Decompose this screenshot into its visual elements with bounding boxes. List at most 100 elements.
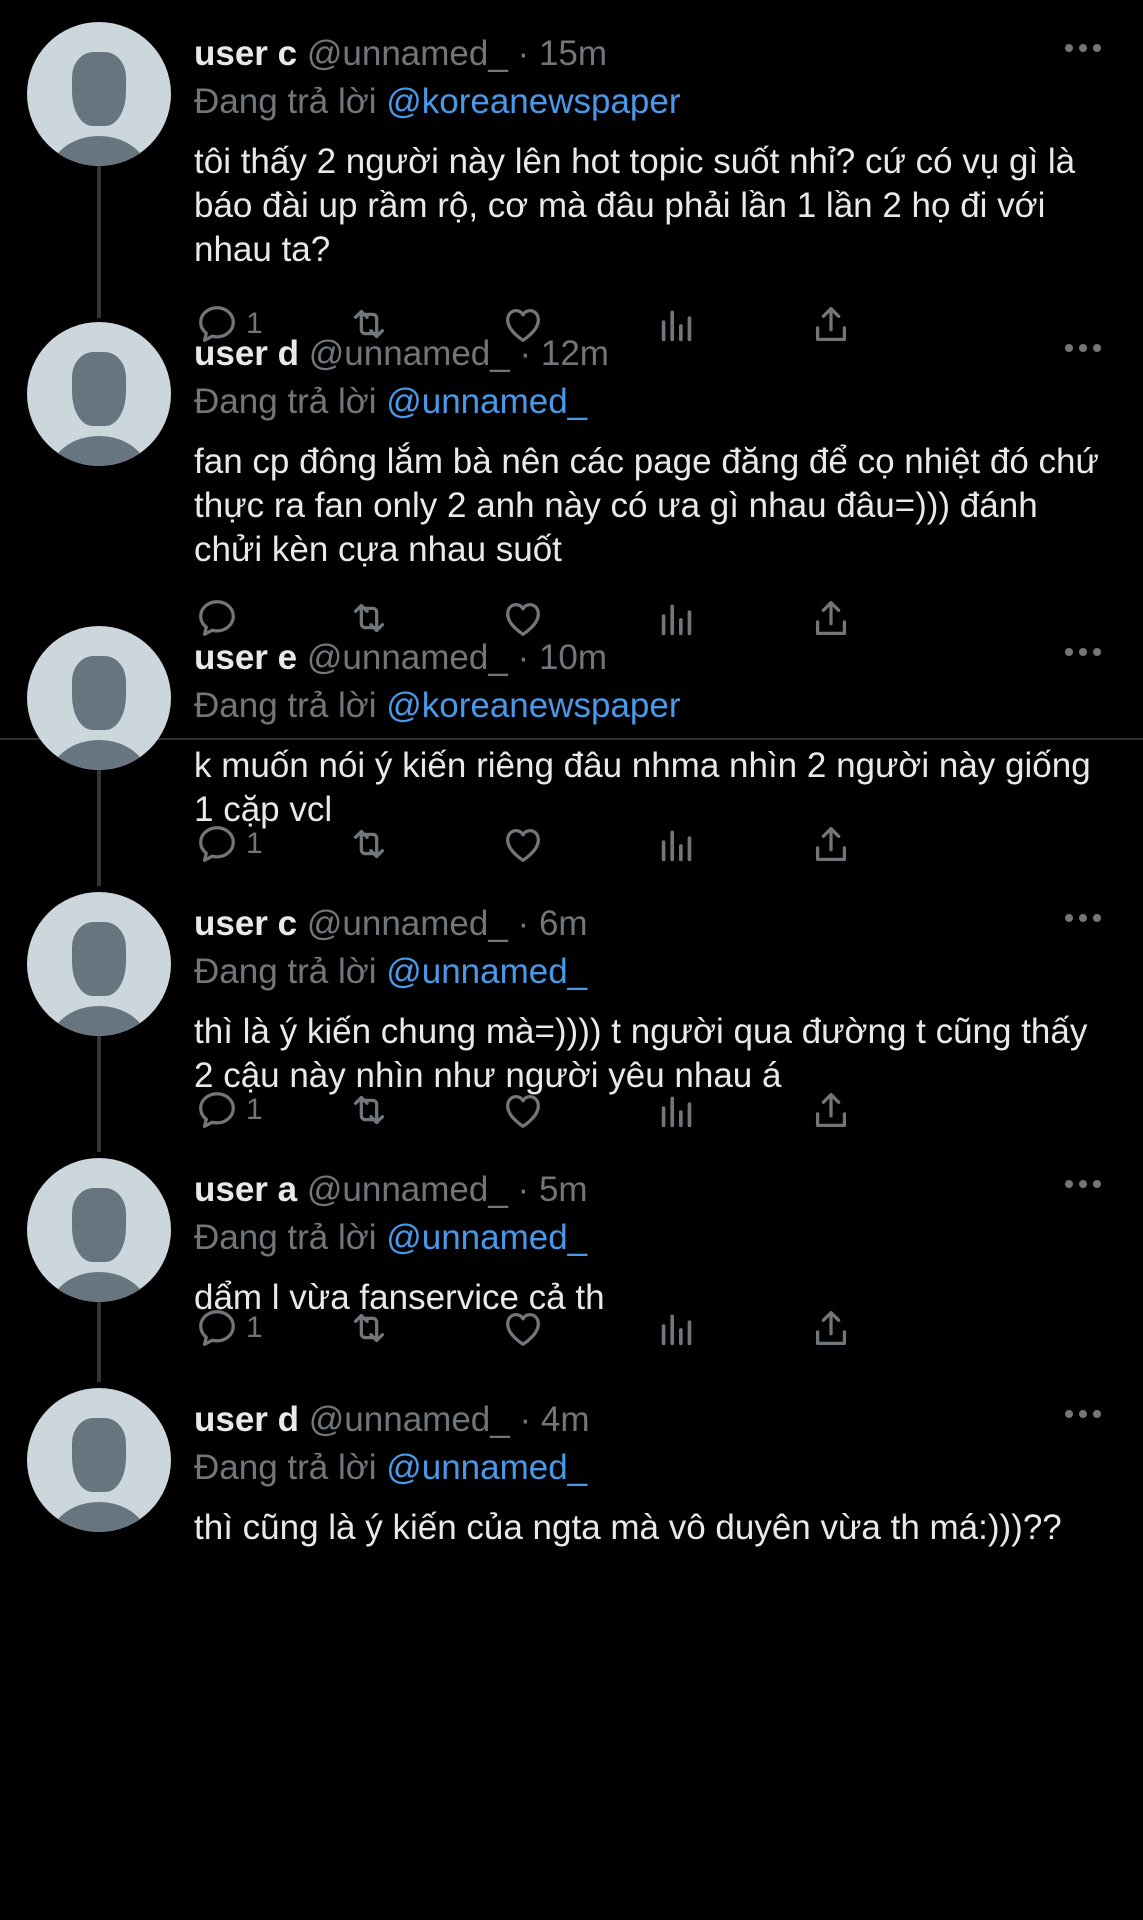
timestamp[interactable]: 5m	[539, 1170, 588, 1209]
analytics-button[interactable]	[654, 1084, 700, 1136]
user-handle[interactable]: @unnamed_	[309, 334, 510, 373]
avatar[interactable]	[27, 322, 171, 466]
reply-icon	[199, 600, 235, 636]
tweet-text: tôi thấy 2 người này lên hot topic suốt …	[194, 142, 1076, 269]
tweet-header: user c @unnamed_ · 15m	[194, 32, 607, 76]
more-icon[interactable]	[1065, 648, 1101, 656]
retweet-button[interactable]	[346, 1084, 392, 1136]
timestamp[interactable]: 12m	[541, 334, 609, 373]
analytics-button[interactable]	[654, 592, 700, 644]
mention-link[interactable]: @koreanewspaper	[386, 82, 680, 121]
mention-link[interactable]: @unnamed_	[386, 952, 587, 991]
display-name[interactable]: user d	[194, 334, 299, 373]
avatar[interactable]	[27, 22, 171, 166]
like-button[interactable]	[500, 1084, 546, 1136]
tweet-text: fan cp đông lắm bà nên các page đăng để …	[194, 442, 1099, 569]
user-handle[interactable]: @unnamed_	[309, 1400, 510, 1439]
retweet-button[interactable]	[346, 1302, 392, 1354]
display-name[interactable]: user c	[194, 904, 297, 943]
tweet-header: user e @unnamed_ · 10m	[194, 636, 607, 680]
mention-link[interactable]: @unnamed_	[386, 1448, 587, 1487]
separator-dot: ·	[519, 1400, 532, 1439]
replying-to: Đang trả lời @unnamed_	[194, 950, 587, 994]
share-button[interactable]	[808, 298, 854, 350]
share-icon	[815, 601, 847, 635]
share-button[interactable]	[808, 818, 854, 870]
avatar[interactable]	[27, 892, 171, 1036]
conversation-divider	[0, 738, 1143, 740]
tweet-text: thì cũng là ý kiến của ngta mà vô duyên …	[194, 1508, 1062, 1547]
mention-link[interactable]: @unnamed_	[386, 1218, 587, 1257]
display-name[interactable]: user e	[194, 638, 297, 677]
like-icon	[506, 1312, 540, 1346]
more-icon[interactable]	[1065, 1180, 1101, 1188]
action-bar: 1	[194, 1302, 1014, 1354]
analytics-button[interactable]	[654, 818, 700, 870]
timestamp[interactable]: 10m	[539, 638, 607, 677]
reply-icon	[199, 1092, 235, 1128]
display-name[interactable]: user c	[194, 34, 297, 73]
mention-link[interactable]: @unnamed_	[386, 382, 587, 421]
share-button[interactable]	[808, 1084, 854, 1136]
retweet-icon	[353, 1095, 385, 1125]
analytics-icon	[661, 830, 692, 862]
analytics-button[interactable]	[654, 298, 700, 350]
reply-button[interactable]: 1	[194, 1084, 263, 1136]
analytics-icon	[661, 1314, 692, 1346]
share-button[interactable]	[808, 1302, 854, 1354]
analytics-icon	[661, 310, 692, 342]
user-handle[interactable]: @unnamed_	[307, 1170, 508, 1209]
mention-link[interactable]: @koreanewspaper	[386, 686, 680, 725]
analytics-icon	[661, 1096, 692, 1128]
like-button[interactable]	[500, 818, 546, 870]
more-icon[interactable]	[1065, 914, 1101, 922]
retweet-button[interactable]	[346, 818, 392, 870]
display-name[interactable]: user a	[194, 1170, 297, 1209]
display-name[interactable]: user d	[194, 1400, 299, 1439]
replying-to: Đang trả lời @unnamed_	[194, 380, 587, 424]
reply-count: 1	[246, 827, 263, 860]
like-icon	[506, 1094, 540, 1128]
share-button[interactable]	[808, 592, 854, 644]
reply-count: 1	[246, 1311, 263, 1344]
more-icon[interactable]	[1065, 344, 1101, 352]
share-icon	[815, 1311, 847, 1345]
replying-label: Đang trả lời	[194, 1218, 377, 1257]
reply-button[interactable]: 1	[194, 1302, 263, 1354]
avatar[interactable]	[27, 626, 171, 770]
tweet-header: user c @unnamed_ · 6m	[194, 902, 588, 946]
separator-dot: ·	[517, 34, 530, 73]
user-handle[interactable]: @unnamed_	[307, 34, 508, 73]
replying-label: Đang trả lời	[194, 82, 377, 121]
share-icon	[815, 1093, 847, 1127]
separator-dot: ·	[517, 1170, 530, 1209]
like-icon	[506, 828, 540, 862]
analytics-button[interactable]	[654, 1302, 700, 1354]
replying-label: Đang trả lời	[194, 952, 377, 991]
timestamp[interactable]: 4m	[541, 1400, 590, 1439]
analytics-icon	[661, 604, 692, 636]
share-icon	[815, 827, 847, 861]
share-icon	[815, 307, 847, 341]
replying-label: Đang trả lời	[194, 1448, 377, 1487]
retweet-icon	[353, 603, 385, 633]
tweet-header: user d @unnamed_ · 4m	[194, 1398, 589, 1442]
reply-button[interactable]: 1	[194, 818, 263, 870]
replying-to: Đang trả lời @koreanewspaper	[194, 684, 681, 728]
timestamp[interactable]: 15m	[539, 34, 607, 73]
avatar[interactable]	[27, 1388, 171, 1532]
retweet-icon	[353, 1313, 385, 1343]
timestamp[interactable]: 6m	[539, 904, 588, 943]
reply-icon	[199, 1310, 235, 1346]
avatar[interactable]	[27, 1158, 171, 1302]
tweet-header: user a @unnamed_ · 5m	[194, 1168, 588, 1212]
action-bar: 1	[194, 818, 1014, 870]
user-handle[interactable]: @unnamed_	[307, 638, 508, 677]
replying-to: Đang trả lời @unnamed_	[194, 1446, 587, 1490]
thread-line	[97, 142, 101, 318]
more-icon[interactable]	[1065, 44, 1101, 52]
more-icon[interactable]	[1065, 1410, 1101, 1418]
like-button[interactable]	[500, 1302, 546, 1354]
tweet-header: user d @unnamed_ · 12m	[194, 332, 609, 376]
user-handle[interactable]: @unnamed_	[307, 904, 508, 943]
